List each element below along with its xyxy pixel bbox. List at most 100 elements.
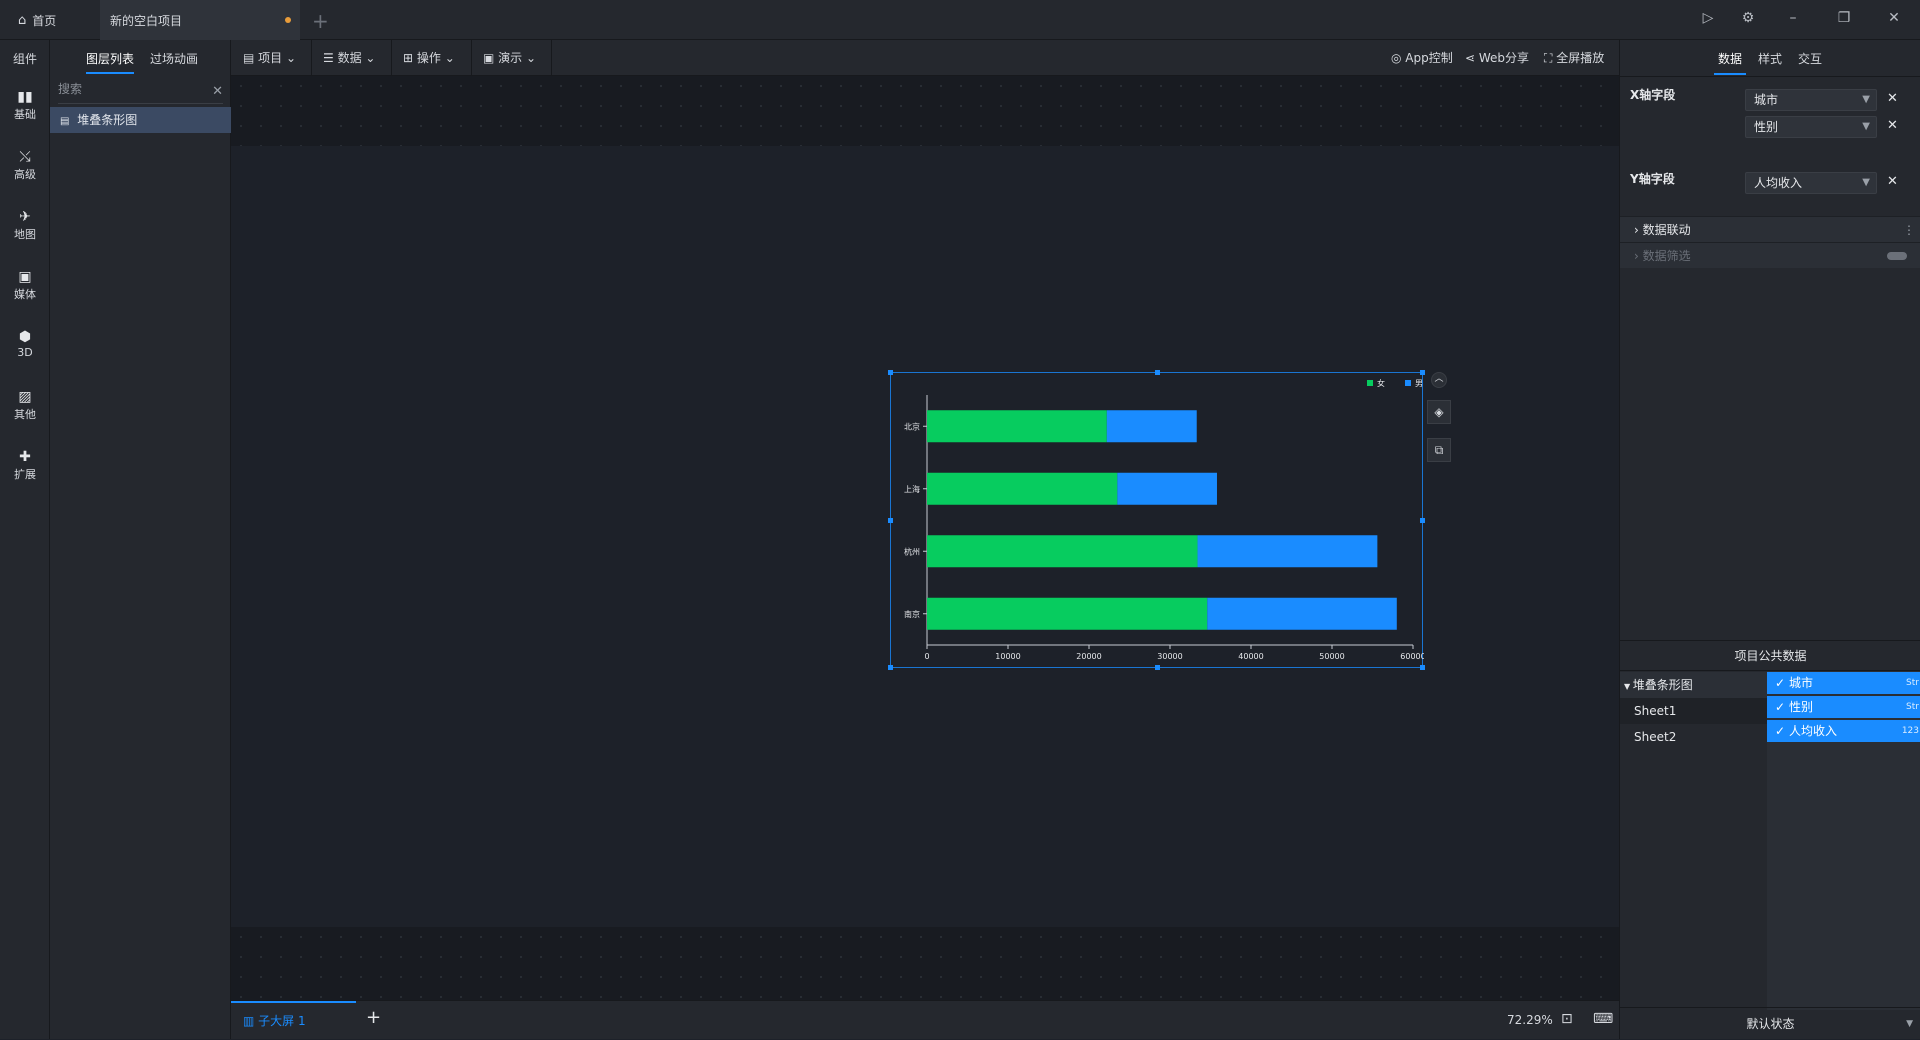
- restore-icon[interactable]: ❐: [1834, 10, 1854, 26]
- tab-layer-list[interactable]: 图层列表: [86, 50, 135, 74]
- map-icon: ✈: [19, 209, 31, 225]
- minimize-icon[interactable]: –: [1783, 10, 1803, 26]
- rail-item-extend[interactable]: ✚ 扩展: [0, 448, 50, 482]
- resize-handle[interactable]: [1420, 370, 1425, 375]
- image-icon: ▨: [18, 389, 32, 405]
- share-icon: ⋖: [1465, 51, 1479, 65]
- remove-field-icon[interactable]: ✕: [1887, 91, 1898, 106]
- data-linkage-section[interactable]: › 数据联动 ⋮: [1620, 216, 1920, 242]
- y-field-select[interactable]: 人均收入 ▼: [1745, 172, 1877, 194]
- add-tab-button[interactable]: +: [312, 9, 329, 33]
- rail-item-basic[interactable]: ▮▮ 基础: [0, 88, 50, 122]
- search-input[interactable]: [58, 82, 198, 96]
- web-share-button[interactable]: ⋖ Web分享: [1465, 40, 1529, 76]
- zoom-level[interactable]: 72.29%: [1507, 1013, 1553, 1027]
- legend-swatch: [1367, 380, 1373, 386]
- rail-item-other[interactable]: ▨ 其他: [0, 388, 50, 422]
- field-name: 性别: [1789, 700, 1814, 714]
- add-screen-button[interactable]: +: [366, 1007, 381, 1028]
- layer-item[interactable]: ▤ 堆叠条形图: [50, 107, 231, 133]
- resize-handle[interactable]: [1420, 665, 1425, 670]
- image-swap-icon[interactable]: ⧉: [1427, 438, 1451, 462]
- project-menu-label: 项目: [258, 51, 283, 65]
- y-tick-label: 杭州: [904, 546, 920, 556]
- sheet-item[interactable]: Sheet2: [1620, 724, 1767, 750]
- field-type: Str: [1906, 702, 1919, 712]
- rail-item-advanced[interactable]: ⤯ 高级: [0, 148, 50, 182]
- keyboard-icon[interactable]: ⌨: [1593, 1011, 1613, 1027]
- play-icon[interactable]: ▷: [1698, 10, 1718, 26]
- x-field-select-1[interactable]: 城市 ▼: [1745, 89, 1877, 111]
- y-tick-label: 北京: [904, 421, 920, 431]
- chevron-down-icon: ▼: [1862, 177, 1870, 188]
- legend-label: 男: [1415, 379, 1423, 388]
- tree-root-label: 堆叠条形图: [1632, 678, 1693, 692]
- x-tick-label: 10000: [995, 652, 1020, 661]
- remove-field-icon[interactable]: ✕: [1887, 118, 1898, 133]
- layers-icon[interactable]: ◈: [1427, 400, 1451, 424]
- resize-handle[interactable]: [1155, 665, 1160, 670]
- bar-segment-male: [1117, 472, 1217, 505]
- collapse-icon[interactable]: ︿: [1431, 372, 1447, 388]
- sheet-item[interactable]: Sheet1: [1620, 698, 1767, 724]
- data-filter-section[interactable]: › 数据筛选: [1620, 242, 1920, 268]
- chevron-right-icon: ›: [1634, 249, 1643, 263]
- field-item[interactable]: ✓ 人均收入 123: [1767, 720, 1920, 742]
- resize-handle[interactable]: [1155, 370, 1160, 375]
- tab-sub-screen[interactable]: ▥ 子大屏 1: [231, 1001, 356, 1040]
- tab-project[interactable]: 新的空白项目: [100, 0, 300, 40]
- layer-search: ✕: [58, 82, 223, 104]
- tab-home[interactable]: ⌂ 首页: [18, 0, 98, 40]
- canvas-margin-bottom: [231, 927, 1619, 1000]
- caret-down-icon: ▼: [1906, 1019, 1913, 1029]
- bottom-bar: ▥ 子大屏 1 + 72.29% ⊡ ⌨: [231, 1000, 1619, 1039]
- present-menu[interactable]: ▣ 演示 ⌄: [483, 40, 536, 76]
- tab-data[interactable]: 数据: [1713, 50, 1747, 75]
- resize-handle[interactable]: [888, 370, 893, 375]
- bar-segment-female: [927, 535, 1198, 568]
- chevron-down-icon: ▼: [1862, 94, 1870, 105]
- resize-handle[interactable]: [1420, 518, 1425, 523]
- data-menu[interactable]: ☰ 数据 ⌄: [323, 40, 375, 76]
- close-icon[interactable]: ✕: [1884, 10, 1904, 26]
- tree-root[interactable]: ▼ 堆叠条形图: [1620, 672, 1767, 698]
- app-control-button[interactable]: ◎ App控制: [1391, 40, 1453, 76]
- web-share-label: Web分享: [1478, 51, 1530, 65]
- operate-menu[interactable]: ⊞ 操作 ⌄: [403, 40, 455, 76]
- remove-field-icon[interactable]: ✕: [1887, 174, 1898, 189]
- rail-item-3d[interactable]: ⬢ 3D: [0, 328, 50, 359]
- bar-segment-male: [1106, 410, 1197, 443]
- close-icon[interactable]: ✕: [212, 84, 223, 99]
- rail-item-map[interactable]: ✈ 地图: [0, 208, 50, 242]
- x-field-select-2[interactable]: 性别 ▼: [1745, 116, 1877, 138]
- canvas[interactable]: 0 10000 20000 30000 40000 50000 60000 北京 上海 杭州 南京 女…: [231, 76, 1619, 1000]
- tab-transition-anim[interactable]: 过场动画: [150, 50, 198, 67]
- rail-item-label: 其他: [14, 408, 36, 421]
- operate-menu-label: 操作: [416, 51, 441, 65]
- x-tick-label: 20000: [1076, 652, 1101, 661]
- fullscreen-button[interactable]: ⛶ 全屏播放: [1544, 40, 1604, 76]
- screen-icon: ▥: [243, 1014, 259, 1028]
- filter-label: 数据筛选: [1642, 249, 1691, 263]
- database-icon: ☰: [323, 51, 338, 65]
- component-rail: 组件 ▮▮ 基础 ⤯ 高级 ✈ 地图 ▣ 媒体 ⬢ 3D ▨ 其他 ✚ 扩展: [0, 40, 50, 1039]
- more-icon[interactable]: ⋮: [1903, 217, 1915, 243]
- field-item[interactable]: ✓ 城市 Str: [1767, 672, 1920, 694]
- chevron-down-icon: ⌄: [522, 51, 537, 65]
- rail-item-media[interactable]: ▣ 媒体: [0, 268, 50, 302]
- field-item[interactable]: ✓ 性别 Str: [1767, 696, 1920, 718]
- tab-style[interactable]: 样式: [1758, 50, 1782, 67]
- tab-interact[interactable]: 交互: [1798, 50, 1822, 67]
- resize-handle[interactable]: [888, 518, 893, 523]
- project-menu[interactable]: ▤ 项目 ⌄: [243, 40, 296, 76]
- camera-icon: ▣: [18, 269, 32, 285]
- gear-icon[interactable]: ⚙: [1738, 10, 1758, 26]
- stacked-bar-chart-widget[interactable]: 0 10000 20000 30000 40000 50000 60000 北京 上海 杭州 南京 女…: [888, 370, 1426, 670]
- file-icon: ▤: [243, 51, 259, 65]
- resize-handle[interactable]: [888, 665, 893, 670]
- filter-toggle[interactable]: [1887, 252, 1907, 260]
- field-type: Str: [1906, 678, 1919, 688]
- state-selector[interactable]: 默认状态 ▼: [1620, 1007, 1920, 1039]
- fit-screen-icon[interactable]: ⊡: [1561, 1011, 1573, 1027]
- check-icon: ✓: [1775, 700, 1786, 714]
